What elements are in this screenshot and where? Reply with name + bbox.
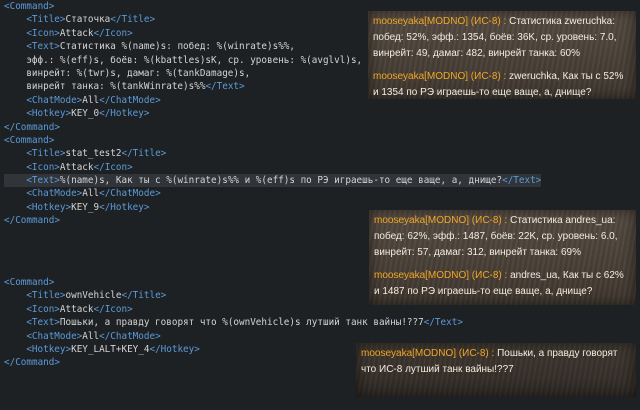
- xml-tag: <ChatMode>: [26, 94, 83, 106]
- xml-tag: <Title>: [26, 148, 66, 160]
- xml-tag: <Title>: [26, 14, 66, 26]
- chat-player-name: mooseyaka[MODNO] (ИС-8) :: [374, 270, 508, 281]
- xml-tag: </ChatMode>: [99, 330, 161, 342]
- xml-text: stat_test2: [65, 148, 122, 160]
- xml-tag: <Hotkey>: [26, 201, 72, 213]
- xml-text: Статочка: [65, 14, 111, 26]
- chat-panel-2: mooseyaka[MODNO] (ИС-8) : Статистика and…: [369, 210, 636, 305]
- xml-tag: </Title>: [121, 290, 167, 302]
- xml-tag: <Icon>: [26, 303, 60, 315]
- code-line[interactable]: <Text>%(name)s, Как ты с %(winrate)s%% и…: [4, 174, 542, 188]
- xml-tag: <Text>: [26, 41, 60, 53]
- xml-tag: </Title>: [121, 148, 167, 160]
- xml-text: All: [82, 330, 100, 342]
- xml-text: винрейт танка: %(tankWinrate)s%%: [26, 81, 206, 93]
- xml-tag: <Text>: [26, 175, 60, 187]
- code-line[interactable]: <ChatMode>All</ChatMode>: [4, 187, 541, 200]
- xml-tag: </Hotkey>: [99, 108, 150, 120]
- chat-player-name: mooseyaka[MODNO] (ИС-8) :: [373, 16, 507, 27]
- xml-text: Attack: [59, 161, 94, 173]
- xml-tag: </Text>: [423, 317, 463, 329]
- xml-tag: </Command>: [4, 215, 60, 227]
- xml-tag: <Title>: [26, 290, 66, 302]
- xml-text: KEY_LALT+KEY_4: [71, 343, 150, 355]
- xml-text: All: [82, 94, 100, 106]
- xml-tag: <Icon>: [26, 27, 60, 39]
- xml-text: ownVehicle: [65, 290, 122, 302]
- code-line[interactable]: <ChatMode>All</ChatMode>: [4, 330, 463, 343]
- xml-text: %(name)s, Как ты с %(winrate)s%% и %(eff…: [59, 175, 503, 187]
- chat-panel-1: mooseyaka[MODNO] (ИС-8) : Статистика zwe…: [368, 11, 636, 99]
- chat-message: mooseyaka[MODNO] (ИС-8) : zweruchka, Как…: [373, 69, 630, 101]
- chat-message: mooseyaka[MODNO] (ИС-8) : Статистика and…: [374, 213, 630, 261]
- xml-text: All: [82, 188, 100, 200]
- chat-message: mooseyaka[MODNO] (ИС-8) : Статистика zwe…: [373, 14, 630, 62]
- xml-tag: </Title>: [110, 14, 156, 26]
- chat-panel-3: mooseyaka[MODNO] (ИС-8) : Пошьки, а прав…: [356, 343, 636, 397]
- code-line[interactable]: <Title>stat_test2</Title>: [4, 147, 541, 160]
- xml-tag: </Hotkey>: [99, 201, 150, 213]
- xml-tag: </Command>: [4, 357, 60, 369]
- xml-tag: <Text>: [26, 317, 60, 329]
- xml-text: эфф.: %(eff)s, боёв: %(kbattles)sK, ср. …: [26, 54, 363, 66]
- xml-tag: <Command>: [4, 134, 55, 146]
- xml-text: Attack: [59, 303, 94, 315]
- code-line[interactable]: <Command>: [4, 134, 541, 147]
- xml-tag: </ChatMode>: [99, 94, 161, 106]
- xml-tag: <Hotkey>: [26, 343, 72, 355]
- xml-text: Пошьки, а правду говорят что %(ownVehicl…: [59, 317, 424, 329]
- xml-tag: <ChatMode>: [26, 188, 83, 200]
- xml-tag: <Icon>: [26, 161, 60, 173]
- xml-tag: <Command>: [4, 277, 55, 288]
- code-line[interactable]: <Text>Пошьки, а правду говорят что %(own…: [4, 316, 463, 329]
- code-line[interactable]: <Hotkey>KEY_0</Hotkey>: [4, 107, 541, 120]
- xml-tag: </Hotkey>: [149, 343, 200, 355]
- xml-tag: </Icon>: [93, 161, 133, 173]
- xml-text: KEY_0: [71, 108, 100, 120]
- xml-tag: <Command>: [4, 1, 55, 12]
- xml-tag: <ChatMode>: [26, 330, 83, 342]
- chat-player-name: mooseyaka[MODNO] (ИС-8) :: [361, 348, 495, 359]
- xml-tag: </Icon>: [93, 303, 133, 315]
- code-line[interactable]: <Icon>Attack</Icon>: [4, 161, 541, 174]
- xml-text: Attack: [59, 27, 94, 39]
- chat-player-name: mooseyaka[MODNO] (ИС-8) :: [373, 71, 507, 82]
- xml-tag: </Text>: [502, 175, 542, 187]
- xml-text: KEY_9: [71, 201, 100, 213]
- xml-text: винрейт: %(twr)s, дамаг: %(tankDamage)s,: [26, 67, 251, 79]
- xml-text: Статистика %(name)s: побед: %(winrate)s%…: [59, 41, 295, 53]
- xml-tag: </Command>: [4, 121, 60, 133]
- code-line[interactable]: </Command>: [4, 121, 541, 134]
- chat-message: mooseyaka[MODNO] (ИС-8) : andres_ua, Как…: [374, 268, 630, 300]
- chat-message: mooseyaka[MODNO] (ИС-8) : Пошьки, а прав…: [361, 346, 630, 378]
- xml-tag: <Hotkey>: [26, 108, 72, 120]
- xml-tag: </ChatMode>: [99, 188, 161, 200]
- xml-tag: </Icon>: [93, 27, 133, 39]
- xml-tag: </Text>: [205, 81, 245, 93]
- chat-player-name: mooseyaka[MODNO] (ИС-8) :: [374, 215, 508, 226]
